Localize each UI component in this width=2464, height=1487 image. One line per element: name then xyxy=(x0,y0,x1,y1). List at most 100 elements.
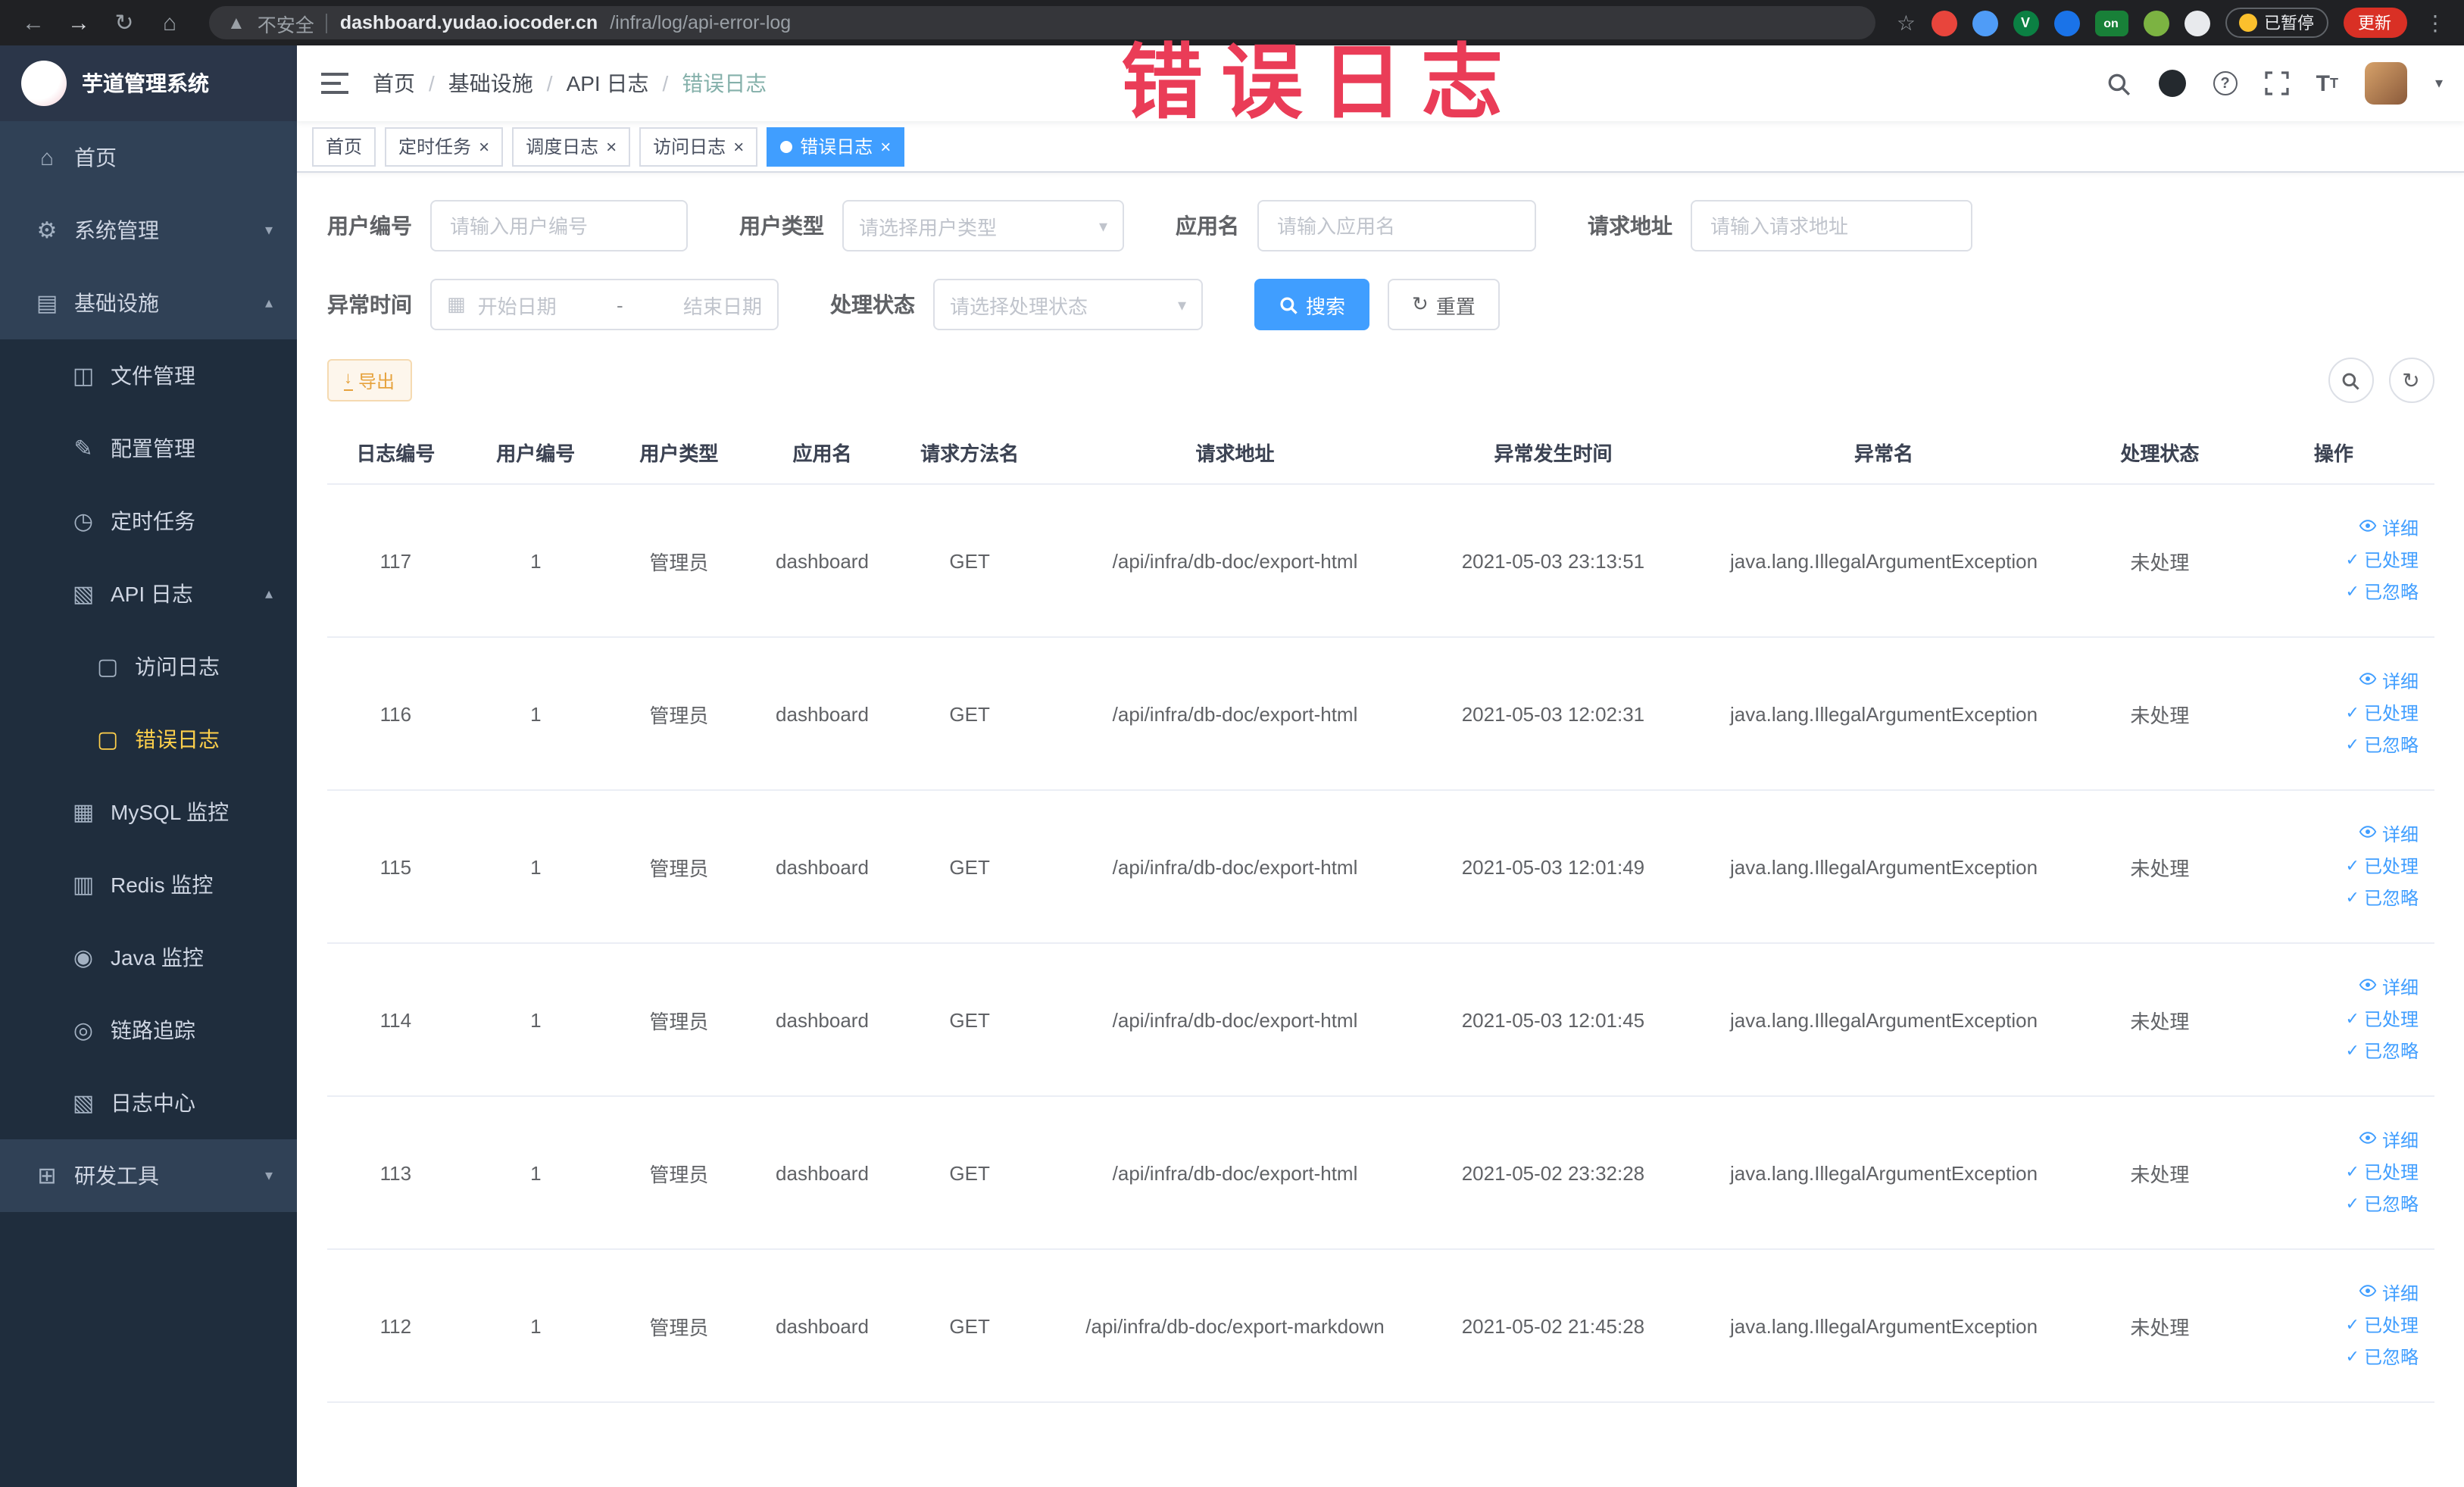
sidebar-item-infra[interactable]: ▤ 基础设施 ▴ xyxy=(0,267,297,339)
trace-icon: ◎ xyxy=(73,1018,94,1044)
user-type-select[interactable]: 请选择用户类型 ▾ xyxy=(842,200,1124,251)
sidebar-item-api-log[interactable]: ▧ API 日志 ▴ xyxy=(0,558,297,630)
sidebar-item-home[interactable]: ⌂ 首页 xyxy=(0,121,297,194)
ignored-link[interactable]: ✓ 已忽略 xyxy=(2240,1342,2419,1373)
processed-link[interactable]: ✓ 已处理 xyxy=(2240,1310,2419,1342)
extension-leaf-icon[interactable] xyxy=(2143,10,2169,36)
cell-exception: java.lang.IllegalArgumentException xyxy=(1682,1096,2087,1250)
processed-link[interactable]: ✓ 已处理 xyxy=(2240,1004,2419,1036)
action-label: 已忽略 xyxy=(2363,734,2419,755)
request-url-input[interactable] xyxy=(1691,200,1972,251)
tab-access-log[interactable]: 访问日志 × xyxy=(639,127,758,166)
processed-link[interactable]: ✓ 已处理 xyxy=(2240,851,2419,883)
tab-job[interactable]: 定时任务 × xyxy=(385,127,504,166)
breadcrumb-item[interactable]: API 日志 xyxy=(567,68,649,98)
check-icon: ✓ xyxy=(2345,583,2359,601)
browser-menu-icon[interactable]: ⋮ xyxy=(2422,10,2449,36)
sidebar-item-java[interactable]: ◉ Java 监控 xyxy=(0,921,297,994)
extension-drop-icon[interactable] xyxy=(1972,10,1997,36)
sidebar-item-file[interactable]: ◫ 文件管理 xyxy=(0,339,297,412)
sidebar-item-error-log[interactable]: ▢ 错误日志 xyxy=(0,703,297,776)
user-id-input[interactable] xyxy=(430,200,688,251)
refresh-table-button[interactable]: ↻ xyxy=(2388,358,2434,403)
cell-exception: java.lang.IllegalArgumentException xyxy=(1682,943,2087,1097)
tab-close-icon[interactable]: × xyxy=(606,137,617,155)
filter-row-2: 异常时间 ▦ 开始日期 - 结束日期 处理状态 请选择处理状态 ▾ 搜索 ↻ 重… xyxy=(327,279,2434,330)
browser-back-icon[interactable]: ← xyxy=(15,10,52,36)
extension-grid-icon[interactable] xyxy=(2053,10,2079,36)
tab-job-log[interactable]: 调度日志 × xyxy=(512,127,631,166)
action-label: 已处理 xyxy=(2363,549,2419,570)
sidebar-item-label: API 日志 xyxy=(111,582,193,606)
process-status-select[interactable]: 请选择处理状态 ▾ xyxy=(933,279,1203,330)
bookmark-star-icon[interactable]: ☆ xyxy=(1897,10,1916,36)
cell-time: 2021-05-03 12:01:45 xyxy=(1424,943,1682,1097)
address-bar[interactable]: ▲ 不安全 dashboard.yudao.iocoder.cn /infra/… xyxy=(209,6,1875,39)
sidebar-item-trace[interactable]: ◎ 链路追踪 xyxy=(0,994,297,1067)
detail-link[interactable]: 详细 xyxy=(2240,1278,2419,1310)
cell-method: GET xyxy=(894,943,1046,1097)
tab-error-log[interactable]: 错误日志 × xyxy=(767,127,905,166)
detail-link[interactable]: 详细 xyxy=(2240,513,2419,545)
action-label: 已处理 xyxy=(2363,855,2419,876)
browser-update-button[interactable]: 更新 xyxy=(2343,8,2406,38)
ignored-link[interactable]: ✓ 已忽略 xyxy=(2240,1036,2419,1067)
search-button[interactable]: 搜索 xyxy=(1254,279,1370,330)
sidebar-item-system[interactable]: ⚙ 系统管理 ▾ xyxy=(0,194,297,267)
breadcrumb-item[interactable]: 基础设施 xyxy=(448,68,533,98)
breadcrumb-item[interactable]: 首页 xyxy=(373,68,415,98)
reset-icon: ↻ xyxy=(1412,292,1429,315)
extension-paw-icon[interactable] xyxy=(2184,10,2209,36)
user-avatar[interactable] xyxy=(2365,62,2408,105)
sidebar-item-access-log[interactable]: ▢ 访问日志 xyxy=(0,630,297,703)
ignored-link[interactable]: ✓ 已忽略 xyxy=(2240,729,2419,761)
paused-chip[interactable]: 已暂停 xyxy=(2225,8,2328,38)
browser-forward-icon[interactable]: → xyxy=(61,10,97,36)
sidebar-item-mysql[interactable]: ▦ MySQL 监控 xyxy=(0,776,297,848)
sidebar-item-redis[interactable]: ▥ Redis 监控 xyxy=(0,848,297,921)
date-range-picker[interactable]: ▦ 开始日期 - 结束日期 xyxy=(430,279,779,330)
tags-view: 首页 定时任务 × 调度日志 × 访问日志 × 错误日志 × xyxy=(297,121,2464,173)
detail-link[interactable]: 详细 xyxy=(2240,972,2419,1004)
process-status-label: 处理状态 xyxy=(830,292,915,317)
sidebar-item-config[interactable]: ✎ 配置管理 xyxy=(0,412,297,485)
action-label: 已忽略 xyxy=(2363,1193,2419,1214)
ignored-link[interactable]: ✓ 已忽略 xyxy=(2240,1189,2419,1220)
processed-link[interactable]: ✓ 已处理 xyxy=(2240,1157,2419,1189)
processed-link[interactable]: ✓ 已处理 xyxy=(2240,545,2419,576)
font-size-icon[interactable]: TT xyxy=(2316,70,2338,96)
reset-button[interactable]: ↻ 重置 xyxy=(1388,279,1500,330)
tab-close-icon[interactable]: × xyxy=(733,137,744,155)
sidebar-item-job[interactable]: ◷ 定时任务 xyxy=(0,485,297,558)
detail-link[interactable]: 详细 xyxy=(2240,666,2419,698)
app-name-input[interactable] xyxy=(1257,200,1536,251)
extension-on-icon[interactable]: on xyxy=(2094,10,2128,36)
search-icon[interactable] xyxy=(2106,70,2131,96)
detail-link[interactable]: 详细 xyxy=(2240,1125,2419,1157)
extension-v-icon[interactable]: V xyxy=(2013,10,2038,36)
processed-link[interactable]: ✓ 已处理 xyxy=(2240,698,2419,729)
fullscreen-icon[interactable] xyxy=(2264,71,2289,95)
sidebar-item-label: 系统管理 xyxy=(74,218,159,242)
sidebar-item-devtools[interactable]: ⊞ 研发工具 ▾ xyxy=(0,1139,297,1212)
sidebar-logo[interactable]: 芋道管理系统 xyxy=(0,45,297,121)
action-label: 已处理 xyxy=(2363,1008,2419,1029)
chevron-up-icon: ▴ xyxy=(264,295,273,311)
detail-link[interactable]: 详细 xyxy=(2240,819,2419,851)
hamburger-icon[interactable] xyxy=(297,71,373,95)
extension-red-icon[interactable] xyxy=(1931,10,1957,36)
toggle-search-button[interactable] xyxy=(2328,358,2373,403)
tab-close-icon[interactable]: × xyxy=(479,137,489,155)
tab-close-icon[interactable]: × xyxy=(880,137,891,155)
browser-home-icon[interactable]: ⌂ xyxy=(151,10,188,36)
sidebar-item-log-center[interactable]: ▧ 日志中心 xyxy=(0,1067,297,1139)
export-button[interactable]: ↓ 导出 xyxy=(327,359,412,401)
cell-method: GET xyxy=(894,1249,1046,1403)
github-icon[interactable] xyxy=(2158,70,2186,97)
help-icon[interactable]: ? xyxy=(2213,71,2238,95)
ignored-link[interactable]: ✓ 已忽略 xyxy=(2240,576,2419,608)
tab-home[interactable]: 首页 xyxy=(312,127,376,166)
browser-refresh-icon[interactable]: ↻ xyxy=(106,9,142,36)
avatar-caret-icon[interactable]: ▾ xyxy=(2435,75,2443,92)
ignored-link[interactable]: ✓ 已忽略 xyxy=(2240,883,2419,914)
